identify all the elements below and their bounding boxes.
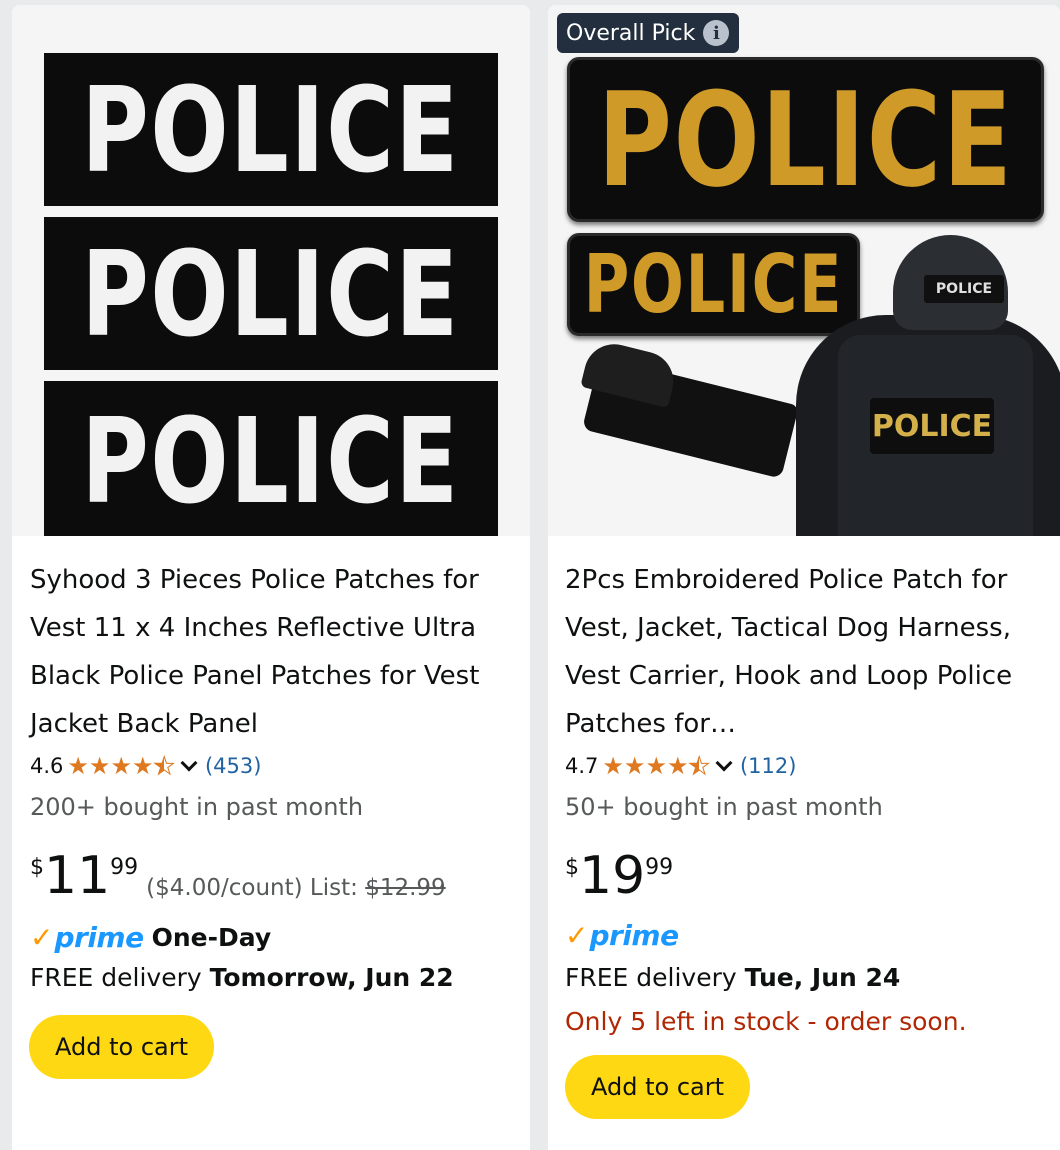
price-fraction: 99 <box>110 855 139 880</box>
patch: POLICE <box>44 217 498 370</box>
prime-badge: ✓ prime <box>565 919 687 952</box>
delivery-date: Tomorrow, Jun 22 <box>209 963 454 992</box>
overall-pick-badge[interactable]: Overall Pick i <box>557 13 740 53</box>
patch: POLICE <box>567 57 1044 222</box>
patch: POLICE <box>44 53 498 206</box>
star-icon: ★ <box>131 752 154 780</box>
half-star-icon: ★ <box>688 752 710 780</box>
star-icon: ★ <box>67 752 89 780</box>
prime-logo: prime <box>54 921 144 954</box>
add-to-cart-button[interactable]: Add to cart <box>565 1055 750 1119</box>
price-fraction: 99 <box>645 855 674 880</box>
half-star-icon: ★ <box>153 752 175 780</box>
vest-patch: POLICE <box>870 398 994 454</box>
delivery-info: FREE delivery Tomorrow, Jun 22 <box>30 963 454 992</box>
prime-badge: ✓ prime One-Day <box>30 921 271 954</box>
product-title[interactable]: 2Pcs Embroidered Police Patch for Vest, … <box>565 556 1055 748</box>
product-card: POLICE POLICE POLICE POLICE Overall Pick… <box>548 5 1060 1150</box>
rating-row: 4.7 ★ ★ ★ ★ ★ (112) <box>565 752 796 780</box>
velcro-strip <box>580 337 800 479</box>
prime-speed: One-Day <box>151 923 272 952</box>
delivery-info: FREE delivery Tue, Jun 24 <box>565 963 901 992</box>
stock-warning: Only 5 left in stock - order soon. <box>565 1007 967 1036</box>
chevron-down-icon[interactable] <box>715 754 733 772</box>
patch: POLICE <box>567 233 860 336</box>
star-icon: ★ <box>645 752 667 780</box>
price-currency: $ <box>565 855 579 880</box>
star-rating[interactable]: ★ ★ ★ ★ ★ <box>67 752 175 780</box>
star-icon: ★ <box>666 752 689 780</box>
bought-count: 50+ bought in past month <box>565 793 883 821</box>
product-image[interactable]: POLICE POLICE POLICE <box>12 5 530 536</box>
star-rating[interactable]: ★ ★ ★ ★ ★ <box>602 752 710 780</box>
rating-value: 4.6 <box>30 754 64 778</box>
star-icon: ★ <box>110 752 132 780</box>
price-currency: $ <box>30 855 44 880</box>
prime-check-icon: ✓ <box>30 921 54 954</box>
bought-count: 200+ bought in past month <box>30 793 364 821</box>
product-card: POLICE POLICE POLICE Syhood 3 Pieces Pol… <box>12 5 530 1150</box>
price[interactable]: $ 19 99 <box>565 847 681 905</box>
star-icon: ★ <box>623 752 646 780</box>
delivery-date: Tue, Jun 24 <box>744 963 901 992</box>
info-icon[interactable]: i <box>703 20 730 46</box>
rating-row: 4.6 ★ ★ ★ ★ ★ (453) <box>30 752 261 780</box>
add-to-cart-button[interactable]: Add to cart <box>29 1015 214 1079</box>
price-whole: 19 <box>579 846 646 906</box>
unit-price: ($4.00/count) List: $12.99 <box>146 875 446 901</box>
prime-check-icon: ✓ <box>565 919 589 952</box>
star-icon: ★ <box>88 752 111 780</box>
price-whole: 11 <box>44 846 111 906</box>
price[interactable]: $ 11 99 ($4.00/count) List: $12.99 <box>30 847 446 905</box>
star-icon: ★ <box>602 752 624 780</box>
helmet-label: POLICE <box>924 275 1004 303</box>
product-image[interactable]: POLICE POLICE POLICE POLICE <box>548 5 1060 536</box>
review-count-link[interactable]: (112) <box>740 754 796 778</box>
patch: POLICE <box>44 381 498 536</box>
rating-value: 4.7 <box>565 754 599 778</box>
review-count-link[interactable]: (453) <box>205 754 261 778</box>
prime-logo: prime <box>589 919 679 952</box>
product-title[interactable]: Syhood 3 Pieces Police Patches for Vest … <box>30 556 515 748</box>
list-price: $12.99 <box>365 875 446 901</box>
badge-label: Overall Pick <box>566 20 696 46</box>
chevron-down-icon[interactable] <box>180 754 198 772</box>
